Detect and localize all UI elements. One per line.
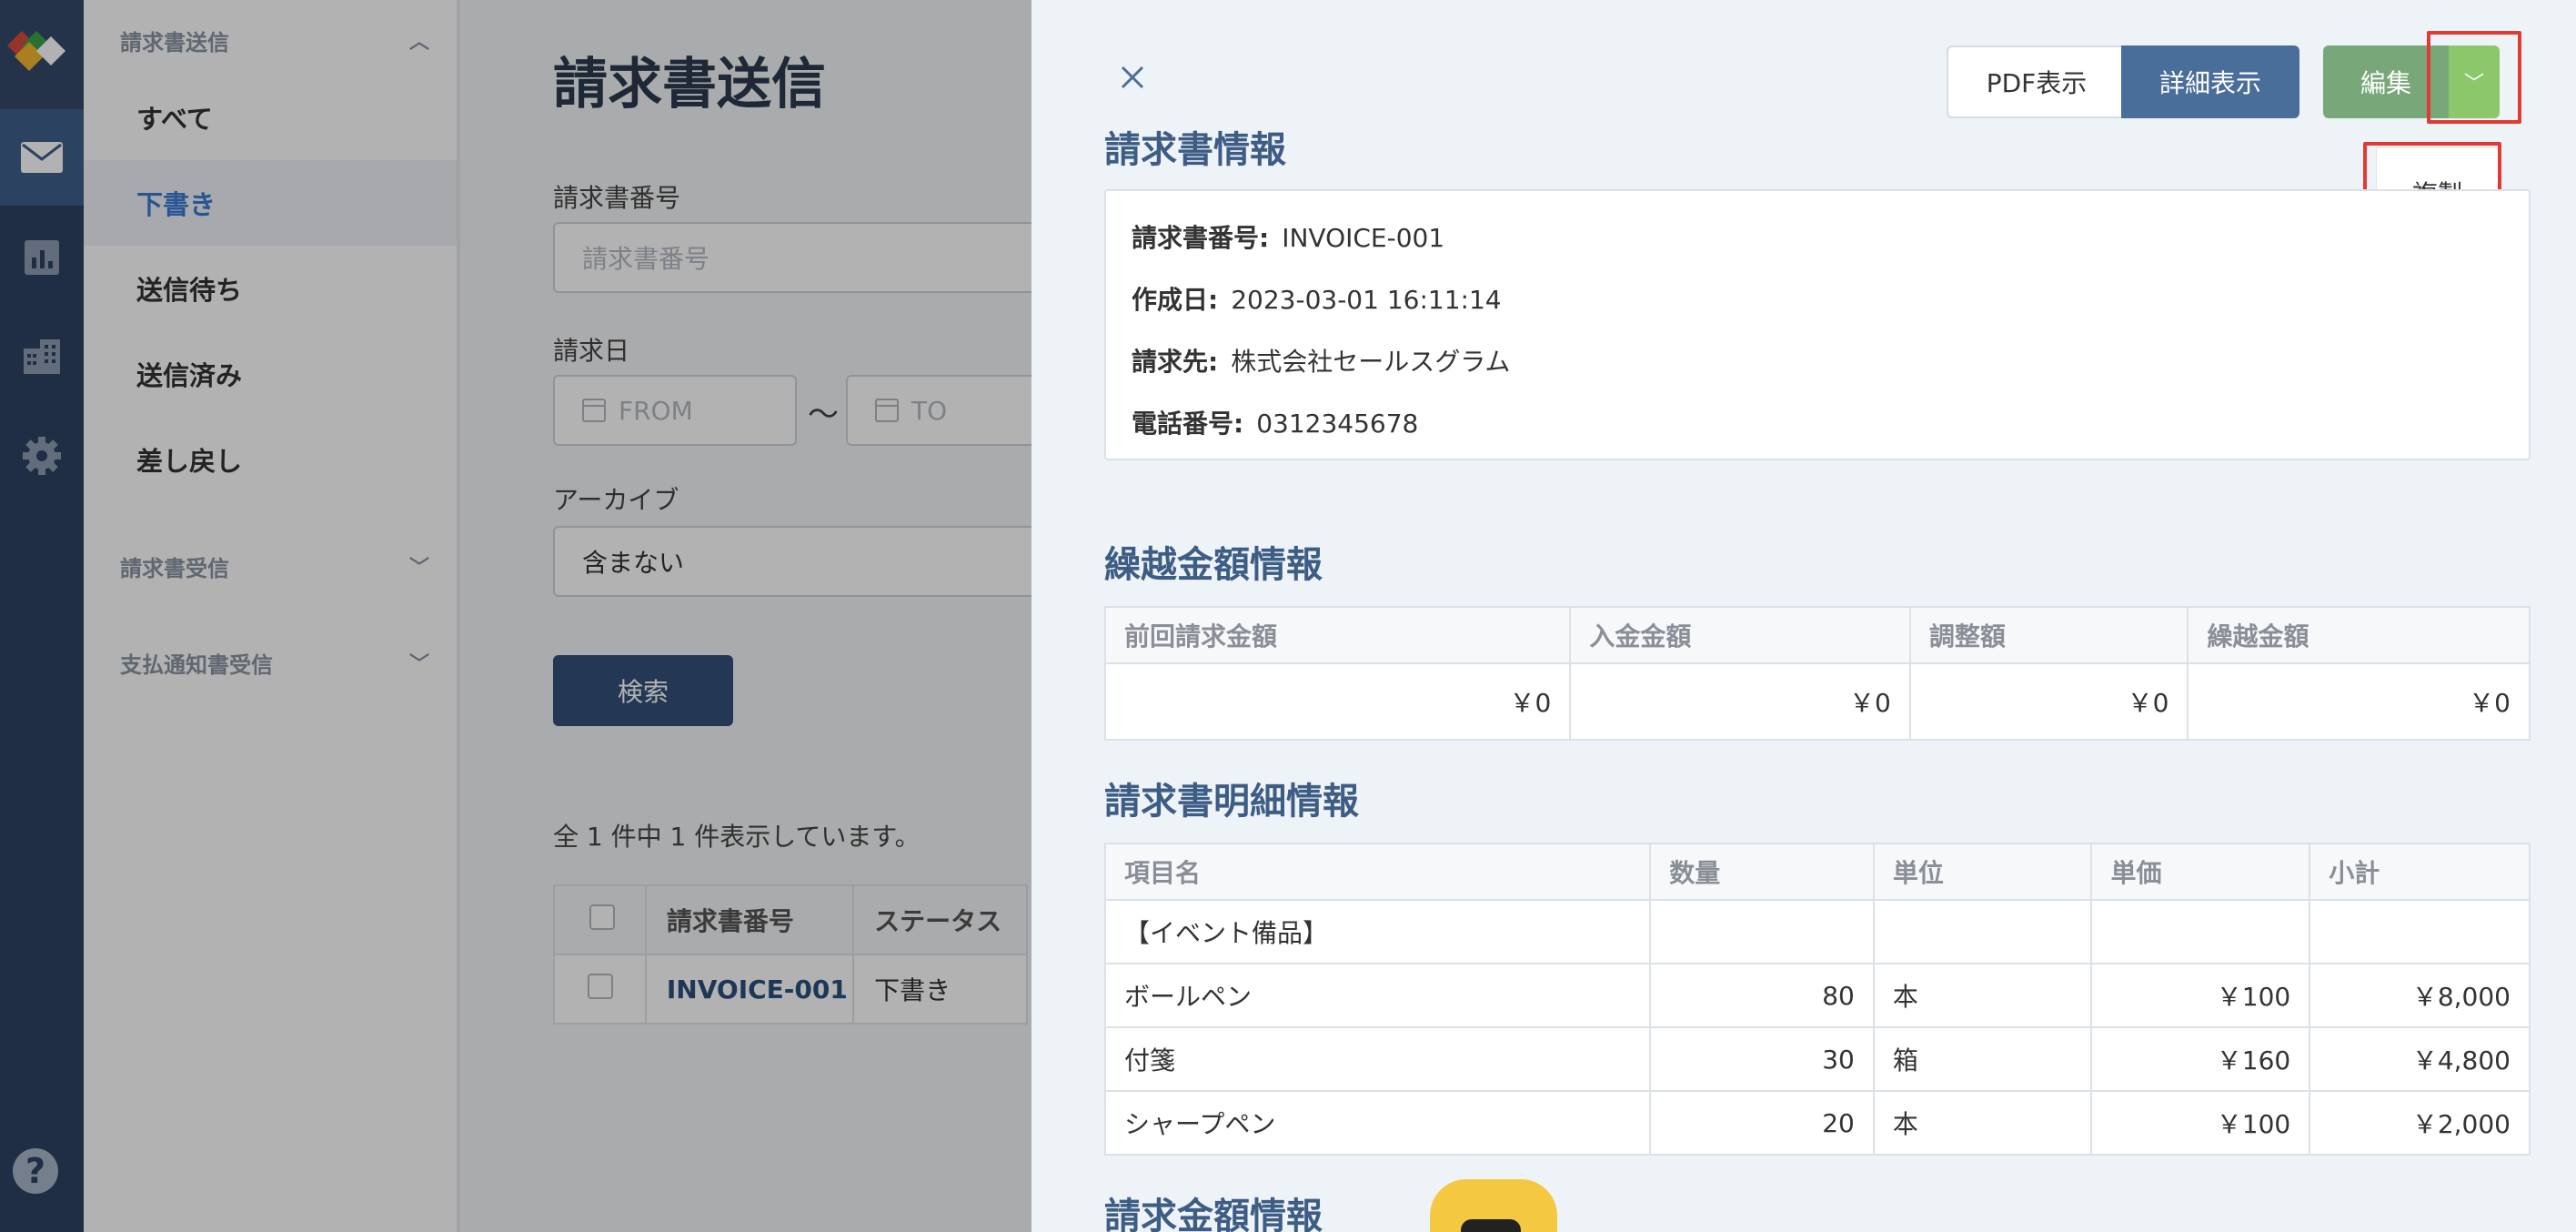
phone-row: 電話番号: 0312345678 bbox=[1132, 404, 1418, 440]
quantity-cell: 30 bbox=[1649, 1026, 1875, 1092]
column-header: 前回請求金額 bbox=[1103, 606, 1572, 664]
invoice-no-row: 請求書番号: INVOICE-001 bbox=[1132, 218, 1444, 255]
line-items-table: 項目名 数量 単位 単価 小計 【イベント備品】 ボールペン 80 本 ￥100… bbox=[1103, 843, 2531, 1156]
modal-backdrop[interactable] bbox=[0, 0, 1031, 1232]
info-label: 電話番号: bbox=[1132, 409, 1244, 439]
info-value: 0312345678 bbox=[1256, 409, 1419, 439]
item-name-cell: シャープペン bbox=[1103, 1090, 1652, 1156]
amount-cell: ￥0 bbox=[2187, 662, 2531, 741]
info-value: 株式会社セールスグラム bbox=[1231, 347, 1511, 377]
quantity-cell: 20 bbox=[1649, 1090, 1875, 1156]
amount-cell: ￥0 bbox=[1103, 662, 1572, 741]
pdf-view-button[interactable]: PDF表示 bbox=[1947, 45, 2127, 118]
column-header: 単価 bbox=[2090, 843, 2311, 901]
column-header: 入金金額 bbox=[1569, 606, 1911, 664]
column-header: 数量 bbox=[1649, 843, 1875, 901]
column-header: 小計 bbox=[2309, 843, 2531, 901]
created-date-row: 作成日: 2023-03-01 16:11:14 bbox=[1132, 280, 1502, 317]
column-header: 項目名 bbox=[1103, 843, 1652, 901]
unit-price-cell: ￥100 bbox=[2090, 1090, 2311, 1156]
unit-price-cell: ￥100 bbox=[2090, 963, 2311, 1028]
table-header-row: 前回請求金額 入金金額 調整額 繰越金額 bbox=[1103, 606, 2531, 664]
unit-cell bbox=[1872, 899, 2093, 964]
column-header: 調整額 bbox=[1908, 606, 2189, 664]
highlight-box bbox=[2427, 31, 2521, 124]
info-label: 請求先: bbox=[1132, 347, 1219, 377]
column-header: 単位 bbox=[1872, 843, 2093, 901]
chat-widget-button[interactable] bbox=[1430, 1179, 1557, 1232]
unit-price-cell: ￥160 bbox=[2090, 1026, 2311, 1092]
carry-over-title: 繰越金額情報 bbox=[1104, 544, 1323, 586]
item-name-cell: 【イベント備品】 bbox=[1103, 899, 1652, 964]
line-items-title: 請求書明細情報 bbox=[1104, 781, 1359, 823]
detail-view-button[interactable]: 詳細表示 bbox=[2121, 45, 2299, 118]
quantity-cell bbox=[1649, 899, 1875, 964]
close-icon[interactable] bbox=[1117, 62, 1148, 93]
subtotal-cell: ￥4,800 bbox=[2309, 1026, 2531, 1092]
carry-over-table: 前回請求金額 入金金額 調整額 繰越金額 ￥0 ￥0 ￥0 ￥0 bbox=[1103, 606, 2531, 741]
table-header-row: 項目名 数量 単位 単価 小計 bbox=[1103, 843, 2531, 901]
billing-amount-title: 請求金額情報 bbox=[1104, 1196, 1323, 1232]
unit-cell: 本 bbox=[1872, 963, 2093, 1028]
info-value: INVOICE-001 bbox=[1282, 223, 1445, 253]
info-label: 作成日: bbox=[1132, 285, 1219, 315]
unit-cell: 本 bbox=[1872, 1090, 2093, 1156]
unit-price-cell bbox=[2090, 899, 2311, 964]
amount-cell: ￥0 bbox=[1908, 662, 2189, 741]
invoice-detail-panel: PDF表示 詳細表示 編集 ﹀ 複製 請求書情報 請求書番号:INVOICE-0… bbox=[1031, 0, 2576, 1232]
table-row: シャープペン 20 本 ￥100 ￥2,000 bbox=[1103, 1090, 2531, 1156]
billing-to-row: 請求先: 株式会社セールスグラム bbox=[1132, 342, 1510, 379]
table-row: ￥0 ￥0 ￥0 ￥0 bbox=[1103, 662, 2531, 741]
subtotal-cell: ￥2,000 bbox=[2309, 1090, 2531, 1156]
item-name-cell: ボールペン bbox=[1103, 963, 1652, 1028]
subtotal-cell bbox=[2309, 899, 2531, 964]
quantity-cell: 80 bbox=[1649, 963, 1875, 1028]
amount-cell: ￥0 bbox=[1569, 662, 1911, 741]
invoice-info-title: 請求書情報 bbox=[1104, 129, 1286, 171]
invoice-info-box: 請求書番号: INVOICE-001 作成日: 2023-03-01 16:11:1… bbox=[1104, 189, 2531, 460]
subtotal-cell: ￥8,000 bbox=[2309, 963, 2531, 1028]
table-row: 【イベント備品】 bbox=[1103, 899, 2531, 964]
info-label: 請求書番号: bbox=[1132, 223, 1270, 253]
unit-cell: 箱 bbox=[1872, 1026, 2093, 1092]
table-row: ボールペン 80 本 ￥100 ￥8,000 bbox=[1103, 963, 2531, 1028]
item-name-cell: 付箋 bbox=[1103, 1026, 1652, 1092]
column-header: 繰越金額 bbox=[2187, 606, 2531, 664]
table-row: 付箋 30 箱 ￥160 ￥4,800 bbox=[1103, 1026, 2531, 1092]
info-value: 2023-03-01 16:11:14 bbox=[1231, 285, 1502, 315]
